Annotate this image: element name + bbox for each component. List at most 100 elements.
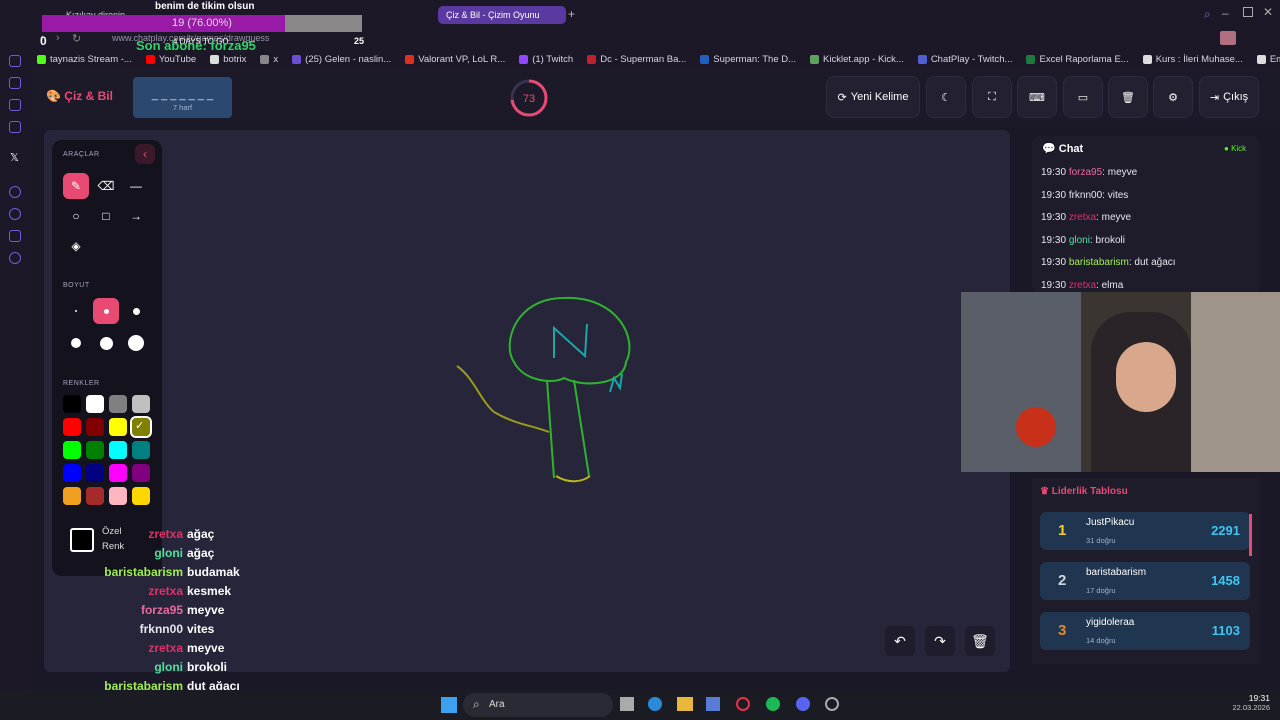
theme-toggle-button[interactable]: ☾ — [926, 76, 966, 118]
history-icon[interactable] — [9, 208, 21, 220]
color-swatch[interactable] — [132, 487, 150, 505]
color-swatch[interactable] — [109, 441, 127, 459]
size-option[interactable] — [123, 330, 149, 356]
brush-tool[interactable]: ✎ — [63, 173, 89, 199]
store-icon[interactable] — [706, 697, 720, 711]
color-swatch[interactable] — [109, 464, 127, 482]
chat-message: 19:30 forza95: meyve — [1041, 167, 1138, 178]
opera-icon[interactable] — [736, 697, 750, 711]
bookmark-item[interactable]: YouTube — [139, 54, 203, 65]
bookmark-item[interactable]: (1) Twitch — [512, 54, 580, 65]
circle-tool[interactable]: ○ — [63, 203, 89, 229]
sidebar-app-icon[interactable] — [9, 55, 21, 67]
undo-button[interactable]: ↶ — [885, 626, 915, 656]
sidebar-app-icon[interactable] — [9, 121, 21, 133]
rectangle-tool[interactable]: □ — [93, 203, 119, 229]
goal-progress-text: 19 (76.00%) — [172, 17, 232, 29]
goal-max: 25 — [354, 36, 365, 46]
search-icon[interactable]: ⌕ — [1204, 7, 1211, 22]
keyboard-button[interactable]: ⌨ — [1017, 76, 1057, 118]
eraser-tool[interactable]: ⌫ — [93, 173, 119, 199]
word-hint: 7 harf — [172, 103, 193, 112]
color-swatch[interactable] — [63, 441, 81, 459]
reload-icon[interactable]: ↻ — [72, 32, 81, 45]
color-swatch[interactable] — [63, 418, 81, 436]
color-swatch[interactable] — [63, 395, 81, 413]
bookmark-item[interactable]: botrix — [203, 54, 253, 65]
fill-tool[interactable]: ◈ — [63, 233, 89, 259]
spotify-icon[interactable] — [766, 697, 780, 711]
settings-icon[interactable] — [9, 252, 21, 264]
taskbar-app-icon[interactable] — [620, 697, 634, 711]
archive-button[interactable]: ▭ — [1063, 76, 1103, 118]
undo-icon: ↶ — [894, 632, 906, 649]
bookmark-item[interactable]: (25) Gelen - naslin... — [285, 54, 398, 65]
app-logo: 🎨 Çiz & Bil — [46, 89, 113, 103]
tab-active[interactable]: Çiz & Bil - Çizim Oyunu — [438, 6, 566, 24]
keyboard-icon: ⌨ — [1029, 91, 1045, 104]
windows-start-icon[interactable] — [441, 697, 457, 713]
arrow-tool[interactable]: → — [123, 203, 149, 229]
taskbar-search[interactable]: ⌕ Ara — [463, 693, 613, 717]
bookmark-item[interactable]: Emlak Danışmanlı... — [1250, 54, 1280, 65]
bookmark-item[interactable]: Superman: The D... — [693, 54, 803, 65]
sidebar-app-icon[interactable] — [9, 186, 21, 198]
maximize-button[interactable] — [1243, 7, 1253, 17]
settings-button[interactable]: ⚙ — [1153, 76, 1193, 118]
delete-button[interactable]: 🗑 — [965, 626, 995, 656]
sidebar-app-icon[interactable] — [9, 77, 21, 89]
minimize-button[interactable]: – — [1222, 6, 1229, 20]
color-swatch[interactable] — [132, 464, 150, 482]
new-word-button[interactable]: ⟳ Yeni Kelime — [826, 76, 920, 118]
color-swatch[interactable] — [109, 418, 127, 436]
search-icon: ⌕ — [473, 697, 480, 711]
close-button[interactable]: ✕ — [1263, 5, 1273, 19]
color-swatch[interactable]: ✓ — [130, 416, 152, 438]
bookmark-item[interactable]: ChatPlay - Twitch... — [911, 54, 1020, 65]
color-swatch[interactable] — [86, 487, 104, 505]
new-tab-button[interactable]: + — [568, 7, 575, 21]
square-icon: □ — [102, 209, 110, 223]
clear-button[interactable]: 🗑 — [1108, 76, 1148, 118]
x-icon[interactable]: 𝕏 — [10, 151, 19, 164]
chat-message: 19:30 zretxa: meyve — [1041, 212, 1132, 224]
edge-icon[interactable] — [648, 697, 662, 711]
forward-icon[interactable]: › — [56, 32, 60, 44]
color-swatch[interactable] — [86, 464, 104, 482]
scrollbar[interactable] — [1249, 514, 1252, 556]
bookmark-item[interactable]: Excel Raporlama E... — [1019, 54, 1135, 65]
collapse-button[interactable]: ‹ — [135, 144, 155, 164]
line-tool[interactable]: — — [123, 173, 149, 199]
size-option[interactable] — [63, 330, 89, 356]
fullscreen-button[interactable]: ⛶ — [972, 76, 1012, 118]
bookmark-item[interactable]: Valorant VP, LoL R... — [398, 54, 512, 65]
color-swatch[interactable] — [109, 395, 127, 413]
size-option[interactable] — [93, 330, 119, 356]
bookmark-item[interactable]: Dc - Superman Ba... — [580, 54, 693, 65]
bookmark-item[interactable]: taynazis Stream -... — [30, 54, 139, 65]
color-swatch[interactable] — [86, 418, 104, 436]
bookmark-item[interactable]: x — [253, 54, 285, 65]
bookmark-item[interactable]: Kicklet.app - Kick... — [803, 54, 911, 65]
custom-color-button[interactable] — [70, 528, 94, 552]
redo-button[interactable]: ↷ — [925, 626, 955, 656]
color-swatch[interactable] — [86, 395, 104, 413]
stream-chat-line: zretxa — [148, 527, 183, 541]
size-option[interactable] — [63, 298, 89, 324]
exit-button[interactable]: ⇥ Çıkış — [1199, 76, 1259, 118]
color-swatch[interactable] — [132, 441, 150, 459]
color-swatch[interactable] — [109, 487, 127, 505]
size-option[interactable] — [93, 298, 119, 324]
sidebar-app-icon[interactable] — [9, 230, 21, 242]
color-swatch[interactable] — [63, 464, 81, 482]
taskbar-app-icon[interactable] — [825, 697, 839, 711]
color-swatch[interactable] — [132, 395, 150, 413]
sidebar-app-icon[interactable] — [9, 99, 21, 111]
bookmark-item[interactable]: Kurs : İleri Muhase... — [1136, 54, 1250, 65]
discord-icon[interactable] — [796, 697, 810, 711]
avatar[interactable] — [1220, 31, 1236, 45]
folder-icon[interactable] — [677, 697, 693, 711]
color-swatch[interactable] — [86, 441, 104, 459]
size-option[interactable] — [123, 298, 149, 324]
color-swatch[interactable] — [63, 487, 81, 505]
